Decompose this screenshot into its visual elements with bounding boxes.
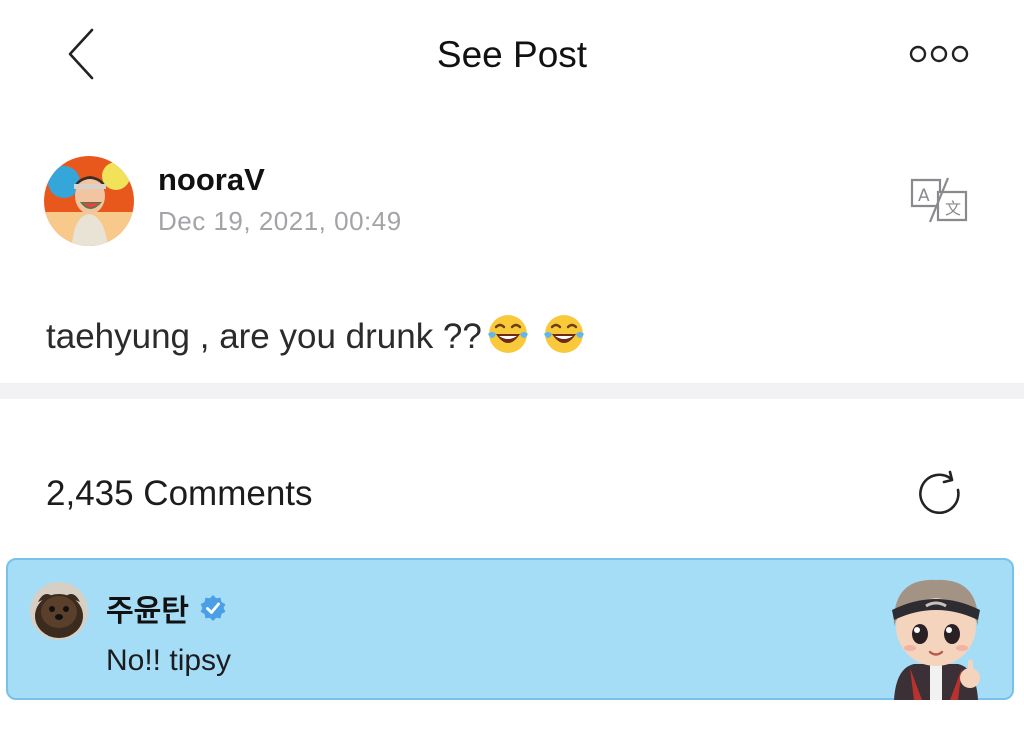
refresh-button[interactable] xyxy=(914,468,966,520)
more-options-button[interactable] xyxy=(898,32,982,76)
author-avatar[interactable] xyxy=(44,156,134,246)
post-author-row: nooraV Dec 19, 2021, 00:49 A 文 xyxy=(44,156,984,248)
highlighted-comment[interactable]: 주윤탄 No!! tipsy xyxy=(6,558,1014,700)
verified-badge-icon xyxy=(200,595,226,621)
svg-text:A: A xyxy=(918,186,930,206)
section-divider xyxy=(0,383,1024,399)
translate-icon: A 文 xyxy=(910,177,968,223)
author-name[interactable]: nooraV xyxy=(158,162,265,198)
character-sticker xyxy=(874,568,998,700)
comment-author-name[interactable]: 주윤탄 xyxy=(106,586,189,630)
svg-text:文: 文 xyxy=(945,199,961,218)
top-bar: See Post xyxy=(0,0,1024,110)
tears-of-joy-emoji xyxy=(487,315,528,353)
comment-text: No!! tipsy xyxy=(106,644,232,677)
post-content: taehyung , are you drunk ?? xyxy=(46,312,586,357)
more-horizontal-icon xyxy=(909,45,969,63)
page-title: See Post xyxy=(436,34,588,75)
post-timestamp: Dec 19, 2021, 00:49 xyxy=(158,206,402,236)
comment-author: 주윤탄 xyxy=(106,586,227,630)
refresh-icon xyxy=(919,470,960,515)
comments-count: 2,435 Comments xyxy=(46,474,313,513)
post-text: taehyung , are you drunk ?? xyxy=(46,317,482,356)
tears-of-joy-emoji xyxy=(543,315,584,353)
translate-button[interactable]: A 文 xyxy=(908,174,972,226)
comment-author-avatar[interactable] xyxy=(30,582,88,640)
